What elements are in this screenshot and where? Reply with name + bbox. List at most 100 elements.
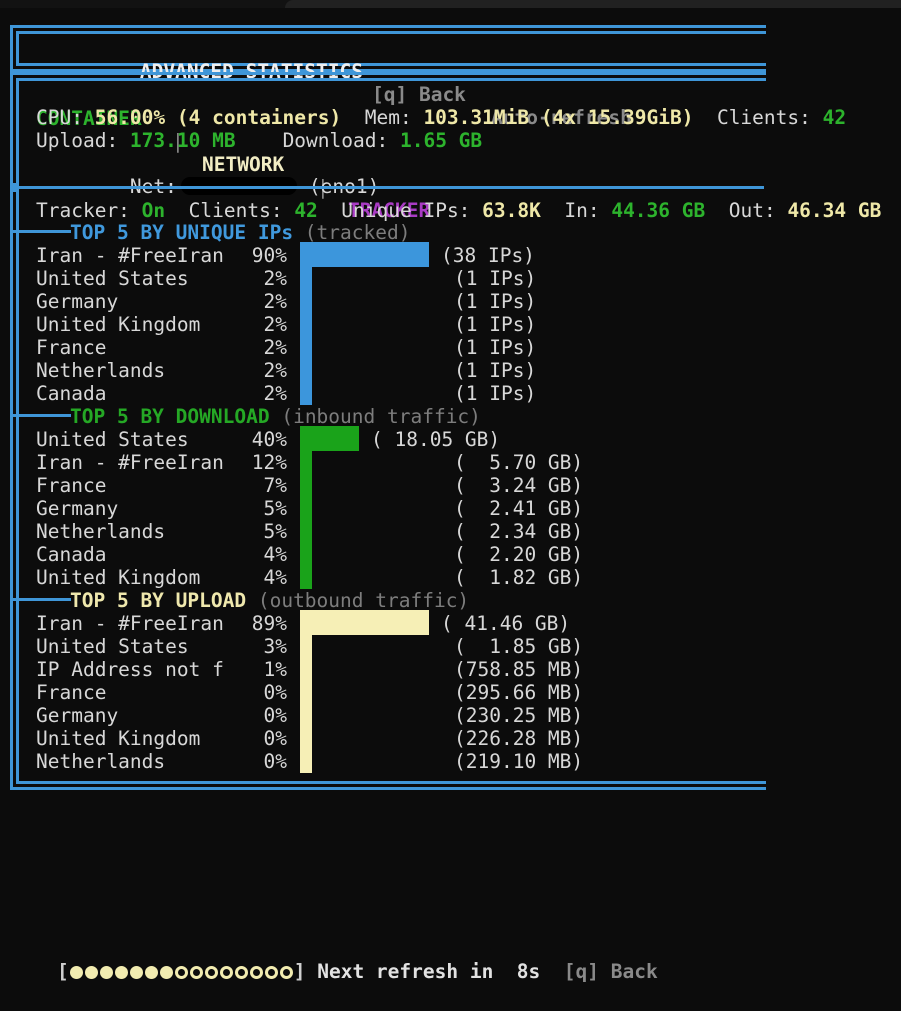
row-bar <box>300 313 312 336</box>
chart-row: Germany5%( 2.41 GB) <box>19 497 901 520</box>
chart-row: Iran - #FreeIran89%( 41.46 GB) <box>19 612 901 635</box>
progress-dot-empty <box>220 966 233 979</box>
progress-dot-empty <box>250 966 263 979</box>
row-bar <box>300 704 312 727</box>
progress-dot-filled <box>70 966 83 979</box>
row-label: Netherlands <box>36 359 165 382</box>
stat-label: Out: <box>729 199 788 222</box>
row-percent: 3% <box>248 635 287 658</box>
progress-dot-filled <box>145 966 158 979</box>
row-value: (230.25 MB) <box>454 704 583 727</box>
chart-row: Netherlands5%( 2.34 GB) <box>19 520 901 543</box>
progress-dot-filled <box>130 966 143 979</box>
progress-dot-empty <box>205 966 218 979</box>
row-bar <box>300 382 312 405</box>
stat-value: 103.31MiB (4x 15.39GiB) <box>423 106 693 129</box>
chart-row: United States 40% ( 18.05 GB) <box>19 428 901 451</box>
chart-row: United States2%(1 IPs) <box>19 267 901 290</box>
row-label: United States <box>36 267 189 290</box>
row-bar <box>300 242 429 267</box>
tracker-stats-line: Tracker: On Clients: 42 Unique IPs: 63.8… <box>19 199 901 222</box>
progress-dot-filled <box>100 966 113 979</box>
window-tab-strip <box>0 0 901 8</box>
cpu-mem-clients-line: CPU: 56.00% (4 containers) Mem: 103.31Mi… <box>19 106 901 129</box>
row-percent: 0% <box>248 704 287 727</box>
row-percent: 2% <box>248 359 287 382</box>
row-label: Netherlands <box>36 750 165 773</box>
upload-download-line: Upload: 173.10 MB Download: 1.65 GB <box>19 129 901 152</box>
row-percent: 0% <box>248 727 287 750</box>
row-percent: 5% <box>248 520 287 543</box>
row-label: Canada <box>36 382 106 405</box>
row-label: Germany <box>36 704 118 727</box>
refresh-countdown: Next refresh in 8s <box>317 960 540 983</box>
stat-label: Download: <box>283 129 400 152</box>
row-label: Netherlands <box>36 520 165 543</box>
row-label: United States <box>36 428 189 451</box>
row-label: Germany <box>36 290 118 313</box>
row-label: United Kingdom <box>36 727 200 750</box>
chart-title: TOP 5 BY UNIQUE IPs <box>70 221 293 244</box>
row-percent: 1% <box>248 658 287 681</box>
row-value: ( 2.20 GB) <box>454 543 583 566</box>
row-bar <box>300 336 312 359</box>
chart-title: TOP 5 BY UPLOAD <box>70 589 246 612</box>
row-bar <box>300 426 359 451</box>
stat-label: Mem: <box>365 106 424 129</box>
stat-label: In: <box>564 199 611 222</box>
row-percent: 7% <box>248 474 287 497</box>
row-value: ( 3.24 GB) <box>454 474 583 497</box>
heading-connector-line <box>10 598 71 601</box>
progress-dot-empty <box>175 966 188 979</box>
chart-row: United Kingdom4%( 1.82 GB) <box>19 566 901 589</box>
row-label: Iran - #FreeIran <box>36 244 224 267</box>
stat-value: 46.34 GB <box>787 199 881 222</box>
stat-value: 63.8K <box>482 199 541 222</box>
chart-row: Canada 4% ( 2.20 GB) <box>19 543 901 566</box>
chart-row: United States3%( 1.85 GB) <box>19 635 901 658</box>
chart-row: IP Address not f1%(758.85 MB) <box>19 658 901 681</box>
row-label: Germany <box>36 497 118 520</box>
progress-dot-empty <box>280 966 293 979</box>
row-bar <box>300 681 312 704</box>
stat-value: 56.00% (4 containers) <box>95 106 342 129</box>
stat-value: 1.65 GB <box>400 129 482 152</box>
row-label: United Kingdom <box>36 566 200 589</box>
row-percent: 40% <box>248 428 287 451</box>
window-tab-strip-inactive <box>285 0 901 8</box>
row-value: ( 18.05 GB) <box>371 428 500 451</box>
row-label: France <box>36 681 106 704</box>
row-value: ( 5.70 GB) <box>454 451 583 474</box>
row-percent: 4% <box>248 543 287 566</box>
progress-dot-filled <box>115 966 128 979</box>
row-percent: 2% <box>248 313 287 336</box>
row-label: Iran - #FreeIran <box>36 451 224 474</box>
row-value: (219.10 MB) <box>454 750 583 773</box>
row-label: France <box>36 474 106 497</box>
net-line: Net:(eno1) <box>19 152 901 175</box>
refresh-progress-dots <box>69 960 294 983</box>
chart-row: Canada2%(1 IPs) <box>19 382 901 405</box>
row-bar <box>300 359 312 382</box>
row-label: United States <box>36 635 189 658</box>
stat-value: On <box>142 199 165 222</box>
row-value: (1 IPs) <box>454 359 536 382</box>
row-value: (1 IPs) <box>454 267 536 290</box>
row-label: Canada <box>36 543 106 566</box>
row-percent: 12% <box>248 451 287 474</box>
row-label: United Kingdom <box>36 313 200 336</box>
progress-dot-empty <box>235 966 248 979</box>
row-value: (226.28 MB) <box>454 727 583 750</box>
chart-subtitle: (outbound traffic) <box>246 589 469 612</box>
footer-back-hint[interactable]: [q] Back <box>564 960 658 983</box>
row-bar <box>300 658 312 681</box>
row-label: France <box>36 336 106 359</box>
row-value: (295.66 MB) <box>454 681 583 704</box>
refresh-status-bar: [] Next refresh in 8s [q] Back <box>10 933 658 959</box>
stat-label: Clients: <box>717 106 823 129</box>
stat-label: Tracker: <box>36 199 142 222</box>
chart-row: Netherlands0%(219.10 MB) <box>19 750 901 773</box>
terminal-window: ADVANCED STATISTICS [q] Back Auto-refres… <box>0 0 901 975</box>
row-percent: 4% <box>248 566 287 589</box>
progress-dot-filled <box>85 966 98 979</box>
